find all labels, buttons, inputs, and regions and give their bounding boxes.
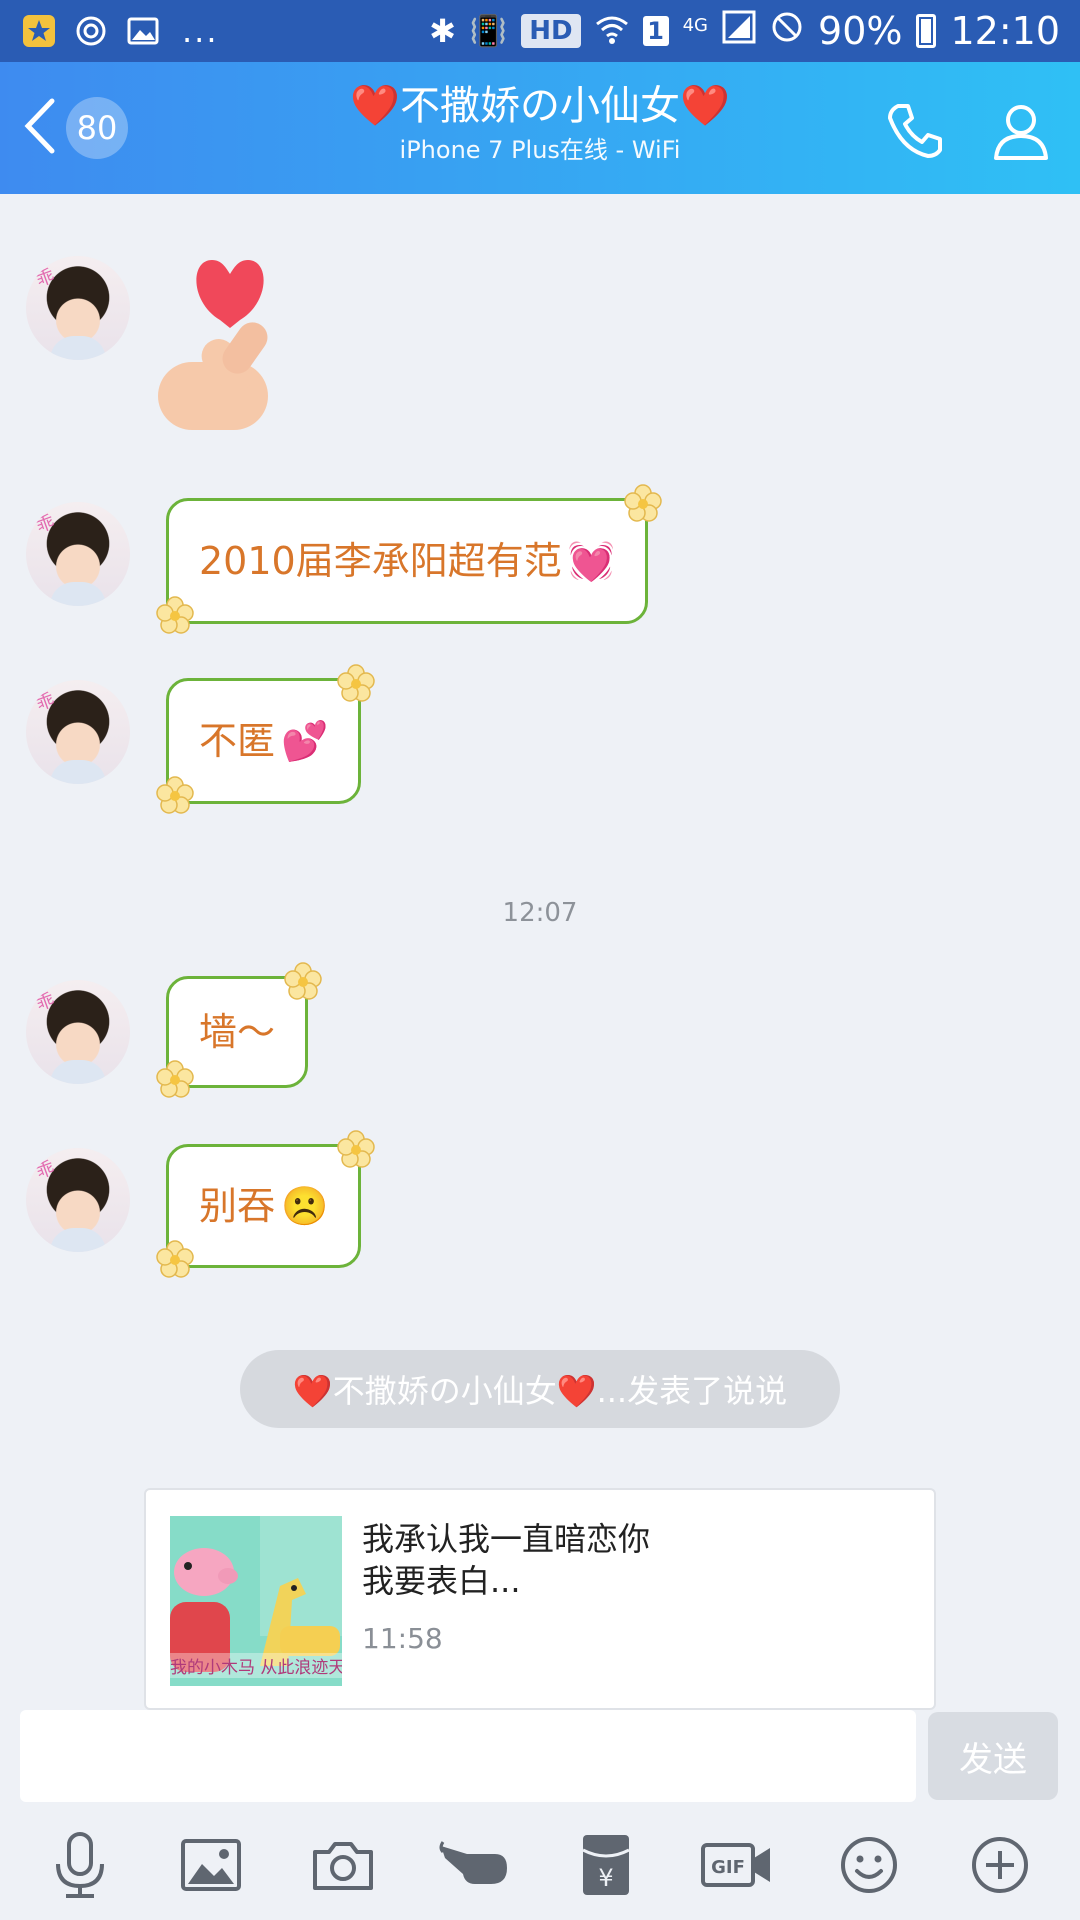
photo-button[interactable] <box>169 1823 253 1907</box>
camera-icon <box>312 1842 373 1890</box>
bluetooth-icon: ✱ <box>429 12 456 50</box>
message-text: 不匿 <box>199 719 276 763</box>
chevron-left-icon <box>22 97 56 159</box>
hearts-emoji: 💕 <box>281 719 329 763</box>
sticker-message[interactable] <box>150 252 290 432</box>
contact-avatar[interactable]: 乖 <box>26 1148 130 1252</box>
notification-icons: ... <box>20 12 219 50</box>
poke-hand-icon <box>439 1841 508 1884</box>
yen-symbol: ¥ <box>598 1864 613 1892</box>
composer: 发送 <box>0 1710 1080 1810</box>
more-notifications: ... <box>182 12 219 50</box>
camera-button[interactable] <box>301 1823 385 1907</box>
contact-online-status: iPhone 7 Plus在线 - WiFi <box>399 136 681 164</box>
flower-decoration-icon <box>337 664 376 702</box>
plus-circle-icon <box>972 1837 1029 1893</box>
contact-avatar[interactable]: 乖 <box>26 256 130 360</box>
smiley-icon <box>840 1837 897 1893</box>
message-text: 别吞 <box>199 1184 276 1228</box>
battery-icon <box>916 14 937 48</box>
do-not-disturb-icon <box>770 9 804 53</box>
flower-decoration-icon <box>156 1060 194 1098</box>
shared-post-title: 我承认我一直暗恋你 我要表白... <box>362 1520 651 1600</box>
sync-icon <box>72 12 110 50</box>
poke-button[interactable] <box>432 1823 516 1907</box>
status-bar: ... ✱ 📳 HD 1 4G 90% 12:10 <box>0 0 1080 62</box>
flower-decoration-icon <box>156 1240 194 1278</box>
system-indicators: ✱ 📳 HD 1 4G 90% 12:10 <box>429 9 1060 53</box>
flower-decoration-icon <box>284 962 322 1000</box>
flower-decoration-icon <box>337 1130 376 1168</box>
message-bubble[interactable]: 别吞 ☹️ <box>156 1130 376 1278</box>
heart-emoji: 💓 <box>567 539 616 583</box>
unread-count-badge: 80 <box>66 97 128 159</box>
gallery-icon <box>124 12 162 50</box>
hd-badge: HD <box>521 14 581 48</box>
vibrate-icon: 📳 <box>469 13 508 49</box>
message-text: 墙～ <box>199 1010 276 1054</box>
phone-call-button[interactable] <box>880 96 950 166</box>
contact-avatar[interactable]: 乖 <box>26 980 130 1084</box>
more-button[interactable] <box>958 1823 1042 1907</box>
finger-heart-sticker <box>158 260 268 430</box>
network-type: 4G <box>682 15 709 36</box>
microphone-icon <box>55 1832 104 1898</box>
gif-icon: GIF <box>701 1843 771 1887</box>
emoji-button[interactable] <box>827 1823 911 1907</box>
image-icon <box>181 1839 242 1891</box>
flower-decoration-icon <box>156 776 194 814</box>
contact-avatar[interactable]: 乖 <box>26 502 130 606</box>
sad-face-emoji: ☹️ <box>281 1184 329 1228</box>
shared-post-thumbnail: 我的小木马 从此浪迹天 <box>170 1516 342 1686</box>
flower-decoration-icon <box>156 596 194 634</box>
contact-avatar[interactable]: 乖 <box>26 680 130 784</box>
shared-post-card[interactable]: 我的小木马 从此浪迹天 我承认我一直暗恋你 我要表白... 11:58 <box>144 1488 936 1710</box>
wifi-icon <box>595 9 629 53</box>
qq-star-icon <box>20 12 58 50</box>
flower-decoration-icon <box>624 484 662 522</box>
gif-button[interactable]: GIF <box>695 1823 779 1907</box>
send-button[interactable]: 发送 <box>928 1712 1058 1800</box>
message-timestamp: 12:07 <box>502 898 578 928</box>
phone-icon <box>888 104 942 158</box>
message-list[interactable]: 乖 乖 2010届李承阳超有范 💓 乖 不匿 💕 12:07 乖 墙～ 乖 别吞… <box>0 194 1080 1710</box>
contact-profile-button[interactable] <box>986 96 1056 166</box>
gif-label: GIF <box>711 1857 745 1878</box>
contact-title[interactable]: ❤️不撒娇の小仙女❤️ iPhone 7 Plus在线 - WiFi <box>240 80 840 168</box>
battery-percent: 90% <box>818 9 903 53</box>
shared-post-time: 11:58 <box>362 1622 443 1655</box>
chat-header: 80 ❤️不撒娇の小仙女❤️ iPhone 7 Plus在线 - WiFi <box>0 62 1080 194</box>
message-bubble[interactable]: 墙～ <box>156 962 322 1098</box>
clock: 12:10 <box>950 9 1060 53</box>
signal-icon <box>722 9 756 53</box>
thumbnail-caption: 我的小木马 从此浪迹天 <box>170 1653 342 1678</box>
sim-badge: 1 <box>642 16 669 46</box>
message-bubble[interactable]: 2010届李承阳超有范 💓 <box>156 484 662 634</box>
message-bubble[interactable]: 不匿 💕 <box>156 664 376 814</box>
message-input[interactable] <box>20 1710 916 1802</box>
message-text: 2010届李承阳超有范 <box>199 539 562 583</box>
voice-button[interactable] <box>38 1823 122 1907</box>
system-notice[interactable]: ❤️不撒娇の小仙女❤️...发表了说说 <box>240 1350 840 1428</box>
red-packet-icon: ¥ <box>582 1835 630 1895</box>
red-packet-button[interactable]: ¥ <box>564 1823 648 1907</box>
person-icon <box>994 105 1048 160</box>
input-toolbar: ¥ GIF <box>0 1810 1080 1920</box>
back-button[interactable]: 80 <box>22 96 142 160</box>
contact-name: ❤️不撒娇の小仙女❤️ <box>350 83 730 129</box>
